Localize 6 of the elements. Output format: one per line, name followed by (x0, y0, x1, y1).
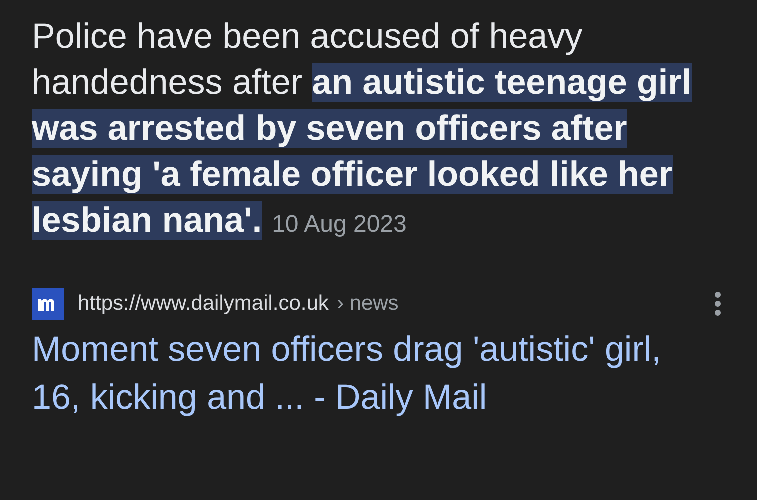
date: 10 Aug 2023 (272, 211, 407, 238)
more-options-icon[interactable] (713, 291, 723, 317)
breadcrumb: › news (336, 292, 399, 316)
favicon-icon (32, 288, 64, 320)
result-title-link[interactable]: Moment seven officers drag 'autistic' girl, 16, kicking and ... - Daily Mail (32, 326, 712, 422)
site-url[interactable]: https://www.dailymail.co.uk (78, 292, 329, 316)
